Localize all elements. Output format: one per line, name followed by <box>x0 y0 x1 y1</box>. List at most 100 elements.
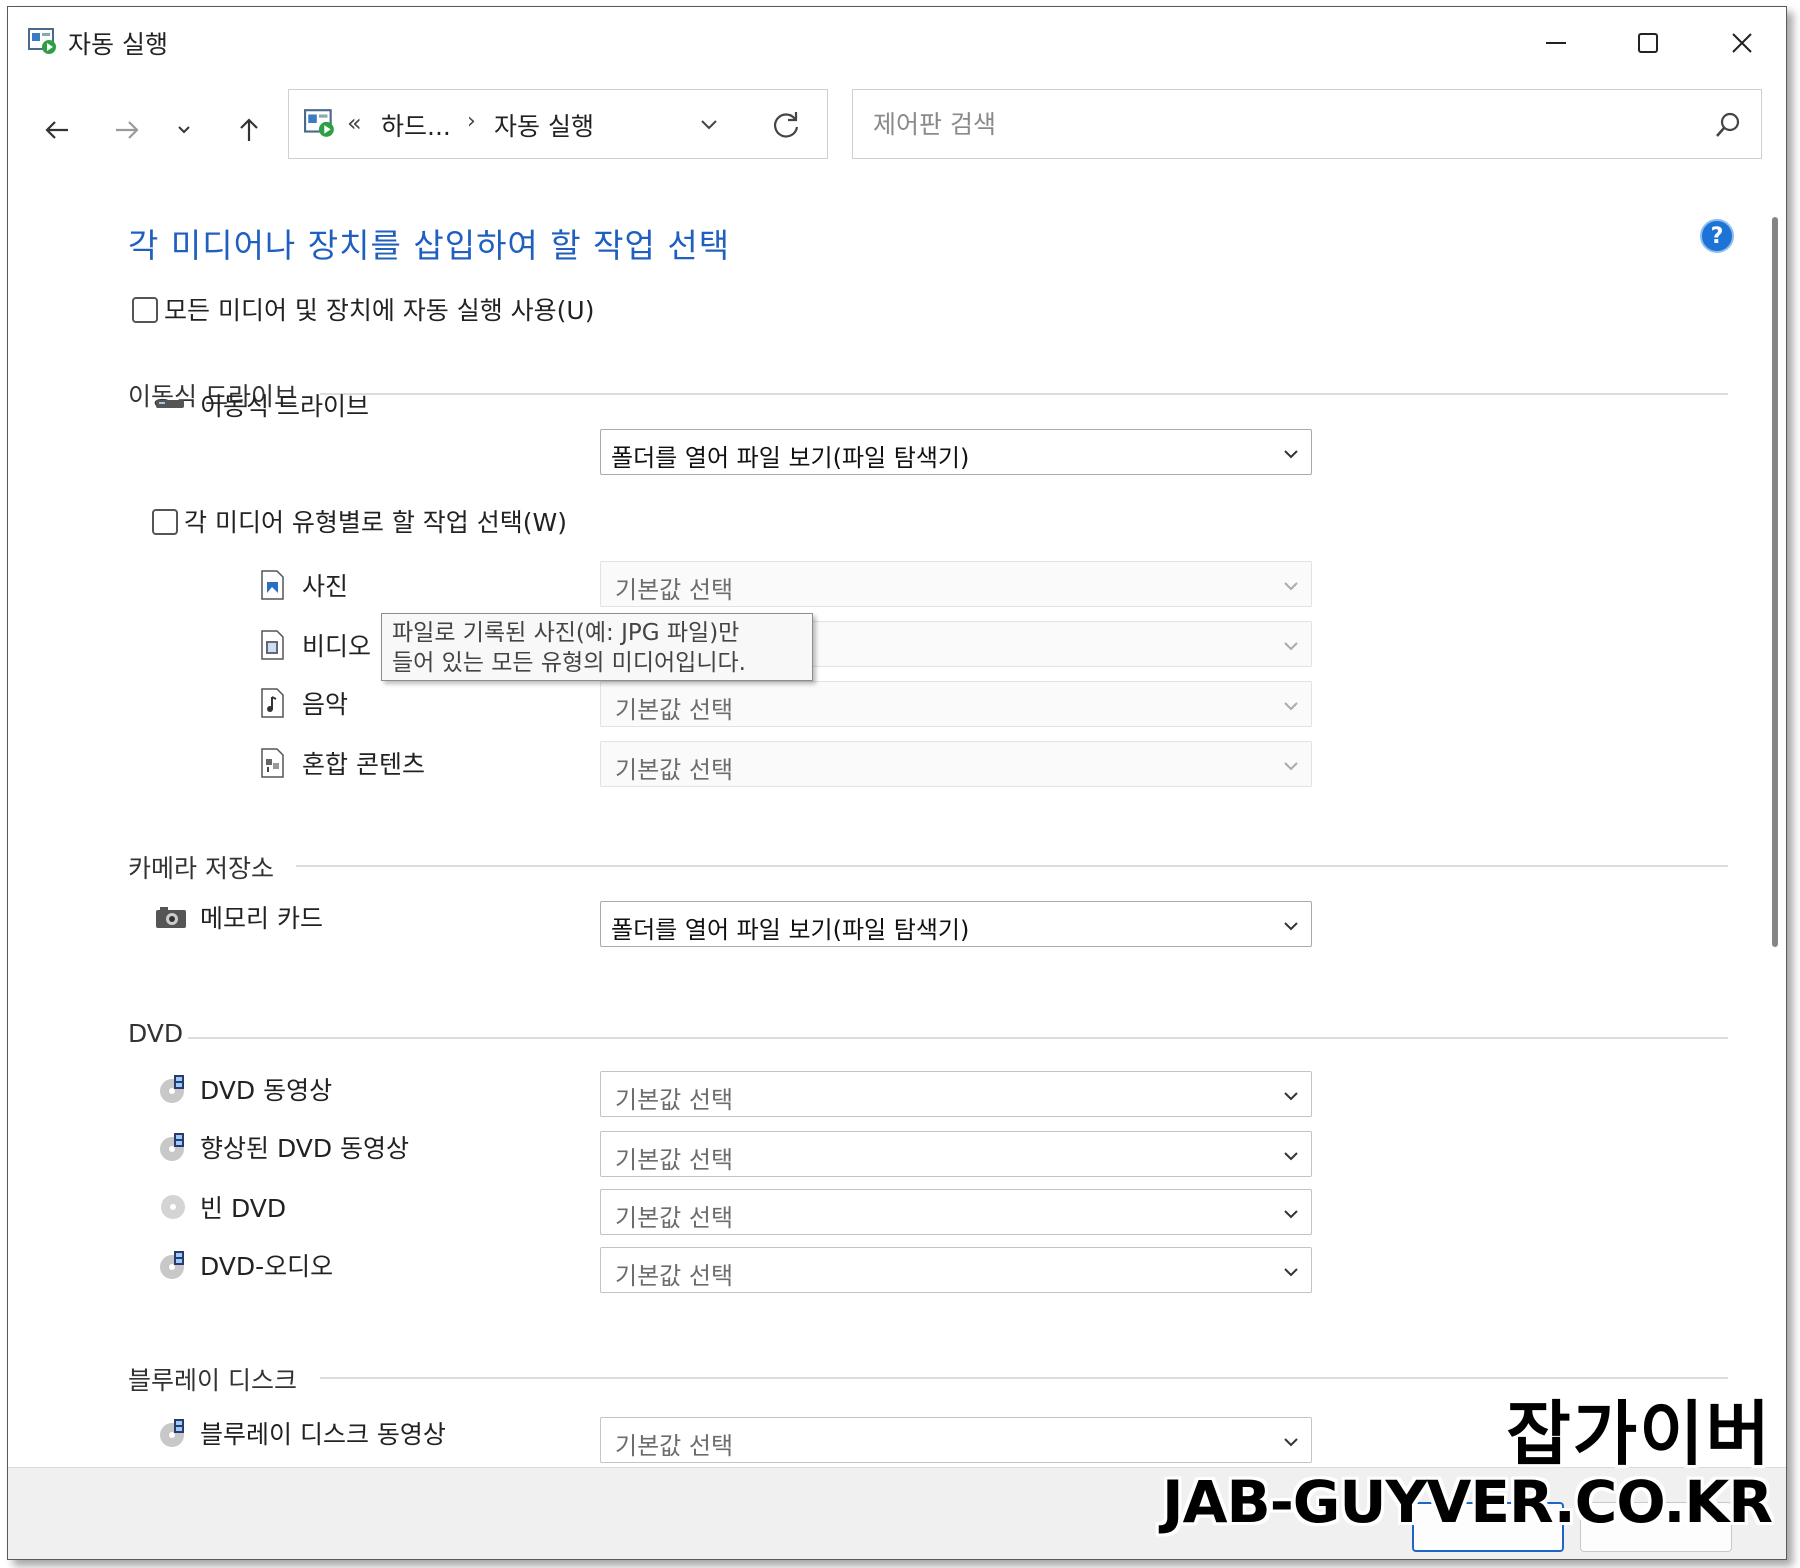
removable-drive-icon <box>156 400 184 408</box>
enhanced-dvd-movie-icon <box>160 1133 184 1161</box>
bluray-movie-select[interactable]: 기본값 선택 <box>600 1417 1312 1463</box>
recent-locations-button[interactable] <box>168 107 200 153</box>
search-input[interactable] <box>873 90 1673 158</box>
blank-dvd-select[interactable]: 기본값 선택 <box>600 1189 1312 1235</box>
enhanced-dvd-movie-label: 향상된 DVD 동영상 <box>200 1134 410 1163</box>
chevron-down-icon <box>1284 762 1298 771</box>
enhanced-dvd-movie-select-value: 기본값 선택 <box>615 1146 734 1174</box>
section-divider <box>188 1037 1728 1039</box>
picture-icon <box>261 570 284 600</box>
music-select-value: 기본값 선택 <box>615 696 734 724</box>
address-overflow[interactable]: « <box>347 109 362 137</box>
section-dvd: DVD <box>128 1019 184 1048</box>
enhanced-dvd-movie-select[interactable]: 기본값 선택 <box>600 1131 1312 1177</box>
help-icon[interactable]: ? <box>1700 219 1734 253</box>
autoplay-icon <box>304 109 334 137</box>
tooltip-line-1: 파일로 기록된 사진(예: JPG 파일)만 <box>392 620 740 646</box>
chevron-down-icon <box>1284 1268 1298 1277</box>
mixed-content-select-value: 기본값 선택 <box>615 756 734 784</box>
maximize-button[interactable] <box>1608 15 1688 71</box>
use-autoplay-label: 모든 미디어 및 장치에 자동 실행 사용(U) <box>164 296 595 325</box>
chevron-down-icon <box>1284 642 1298 651</box>
minimize-button[interactable] <box>1516 15 1596 71</box>
per-type-label: 각 미디어 유형별로 할 작업 선택(W) <box>184 508 567 537</box>
picture-label: 사진 <box>302 572 349 601</box>
chevron-down-icon <box>1284 1092 1298 1101</box>
search-icon[interactable] <box>1713 110 1743 140</box>
video-icon <box>261 630 284 660</box>
music-label: 음악 <box>302 690 349 719</box>
minimize-icon <box>1546 42 1566 44</box>
page-heading: 각 미디어나 장치를 삽입하여 할 작업 선택 <box>128 226 731 265</box>
vertical-scrollbar[interactable] <box>1762 185 1772 1295</box>
dvd-movie-icon <box>160 1075 184 1103</box>
chevron-down-icon <box>1284 450 1298 459</box>
close-button[interactable] <box>1702 15 1782 71</box>
dvd-movie-select[interactable]: 기본값 선택 <box>600 1071 1312 1117</box>
chevron-down-icon <box>1284 1210 1298 1219</box>
arrow-up-icon <box>240 118 258 141</box>
search-box[interactable] <box>852 89 1762 159</box>
dvd-audio-icon <box>160 1251 184 1279</box>
mixed-content-label: 혼합 콘텐츠 <box>302 750 425 779</box>
section-camera-storage: 카메라 저장소 <box>128 854 274 883</box>
watermark-korean: 잡가이버 <box>1506 1393 1772 1475</box>
video-label: 비디오 <box>302 632 372 661</box>
content-area: 각 미디어나 장치를 삽입하여 할 작업 선택 ? 모든 미디어 및 장치에 자… <box>8 177 1748 1467</box>
chevron-down-icon <box>1284 922 1298 931</box>
dvd-movie-label: DVD 동영상 <box>200 1076 333 1105</box>
back-button[interactable] <box>34 107 80 153</box>
title-bar: 자동 실행 <box>8 7 1786 71</box>
chevron-down-icon <box>1284 582 1298 591</box>
music-select[interactable]: 기본값 선택 <box>600 681 1312 727</box>
arrow-left-icon <box>45 121 68 139</box>
memory-card-select[interactable]: 폴더를 열어 파일 보기(파일 탐색기) <box>600 901 1312 947</box>
window-title: 자동 실행 <box>68 30 168 59</box>
picture-tooltip: 파일로 기록된 사진(예: JPG 파일)만 들어 있는 모든 유형의 미디어입… <box>381 613 813 681</box>
close-icon <box>1732 33 1752 53</box>
section-divider <box>296 865 1728 867</box>
scrollbar-thumb[interactable] <box>1772 217 1778 947</box>
breadcrumb-autoplay[interactable]: 자동 실행 <box>494 107 594 143</box>
breadcrumb-hardware[interactable]: 하드... <box>381 107 451 143</box>
bluray-movie-icon <box>160 1419 184 1447</box>
music-icon <box>261 688 284 718</box>
removable-drive-select[interactable]: 폴더를 열어 파일 보기(파일 탐색기) <box>600 429 1312 475</box>
mixed-content-icon <box>261 748 284 778</box>
dvd-movie-select-value: 기본값 선택 <box>615 1086 734 1114</box>
chevron-down-icon <box>178 126 190 134</box>
section-divider <box>320 393 1728 395</box>
address-dropdown-icon[interactable] <box>694 110 724 140</box>
bluray-movie-select-value: 기본값 선택 <box>615 1432 734 1460</box>
chevron-down-icon <box>1284 1438 1298 1447</box>
use-autoplay-checkbox[interactable] <box>132 297 158 323</box>
dvd-audio-label: DVD-오디오 <box>200 1252 334 1281</box>
mixed-content-select[interactable]: 기본값 선택 <box>600 741 1312 787</box>
breadcrumb-separator[interactable]: › <box>467 109 476 134</box>
chevron-down-icon <box>1284 702 1298 711</box>
memory-card-select-value: 폴더를 열어 파일 보기(파일 탐색기) <box>611 916 970 944</box>
refresh-icon[interactable] <box>769 107 803 141</box>
section-bluray: 블루레이 디스크 <box>128 1366 297 1395</box>
watermark-url: JAB-GUYVER.CO.KR <box>1162 1468 1773 1536</box>
camera-icon <box>156 907 186 928</box>
blank-dvd-icon <box>161 1195 185 1219</box>
picture-select[interactable]: 기본값 선택 <box>600 561 1312 607</box>
autoplay-window: 자동 실행 « 하드... › 자동 실행 제어판 검색 각 미디어나 장치를 … <box>7 6 1787 1560</box>
blank-dvd-label: 빈 DVD <box>200 1194 287 1223</box>
chevron-down-icon <box>1284 1152 1298 1161</box>
tooltip-line-2: 들어 있는 모든 유형의 미디어입니다. <box>392 650 746 676</box>
forward-button[interactable] <box>104 107 150 153</box>
dvd-audio-select[interactable]: 기본값 선택 <box>600 1247 1312 1293</box>
dvd-audio-select-value: 기본값 선택 <box>615 1262 734 1290</box>
maximize-icon <box>1638 33 1658 53</box>
arrow-right-icon <box>116 121 139 139</box>
address-bar[interactable]: « 하드... › 자동 실행 <box>288 89 828 159</box>
picture-select-value: 기본값 선택 <box>615 576 734 604</box>
per-type-checkbox[interactable] <box>152 509 178 535</box>
removable-drive-select-value: 폴더를 열어 파일 보기(파일 탐색기) <box>611 444 970 472</box>
up-button[interactable] <box>226 107 272 153</box>
autoplay-icon <box>28 28 56 54</box>
memory-card-label: 메모리 카드 <box>200 904 323 933</box>
removable-drive-label: 이동식 드라이브 <box>200 392 369 421</box>
